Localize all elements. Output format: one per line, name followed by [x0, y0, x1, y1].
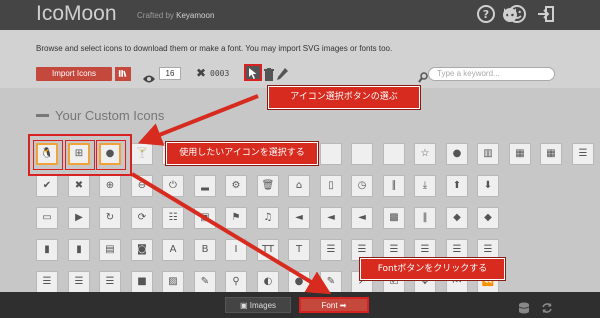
selected-icons-highlight [28, 134, 132, 176]
callout-click-font: Fontボタンをクリックする [360, 258, 505, 280]
callout-select-mode: アイコン選択ボタンの選ぶ [268, 86, 420, 109]
callout-select-icons: 使用したいアイコンを選択する [166, 142, 318, 165]
